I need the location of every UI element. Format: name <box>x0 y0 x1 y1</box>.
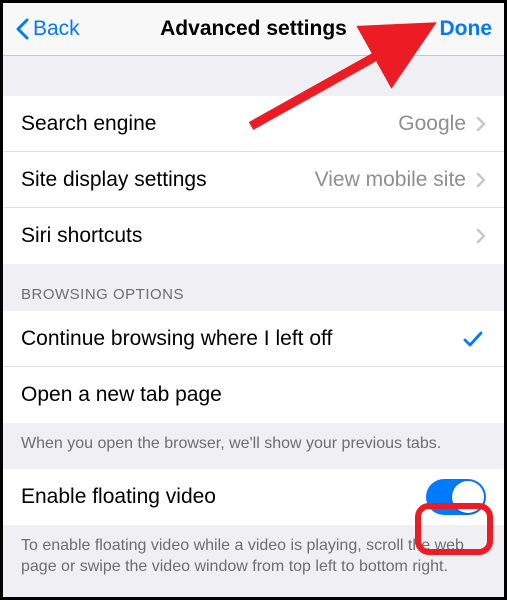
row-label: Enable floating video <box>21 485 426 509</box>
chevron-right-icon <box>476 116 486 132</box>
section-header-browsing: BROWSING OPTIONS <box>3 264 504 311</box>
checkmark-icon <box>462 328 484 350</box>
settings-group-browsing: Continue browsing where I left off Open … <box>3 311 504 423</box>
row-siri-shortcuts[interactable]: Siri shortcuts <box>3 208 504 264</box>
section-footer-floating: To enable floating video while a video i… <box>3 525 504 592</box>
done-button[interactable]: Done <box>440 17 493 41</box>
row-label: Siri shortcuts <box>21 224 476 248</box>
row-site-display[interactable]: Site display settings View mobile site <box>3 152 504 208</box>
row-label: Site display settings <box>21 168 315 192</box>
chevron-right-icon <box>476 172 486 188</box>
chevron-left-icon <box>15 18 29 40</box>
settings-group-floating: Enable floating video <box>3 469 504 525</box>
row-enable-floating-video: Enable floating video <box>3 469 504 525</box>
row-value: View mobile site <box>315 168 466 192</box>
settings-group-general: Search engine Google Site display settin… <box>3 96 504 264</box>
row-search-engine[interactable]: Search engine Google <box>3 96 504 152</box>
screen: Back Advanced settings Done Search engin… <box>0 0 507 600</box>
floating-video-toggle[interactable] <box>426 479 486 515</box>
spacer <box>3 56 504 96</box>
navbar: Back Advanced settings Done <box>3 3 504 56</box>
row-label: Continue browsing where I left off <box>21 327 462 351</box>
row-label: Open a new tab page <box>21 383 486 407</box>
row-value: Google <box>398 112 466 136</box>
switch-knob <box>452 481 484 513</box>
back-label: Back <box>33 17 80 41</box>
row-new-tab-page[interactable]: Open a new tab page <box>3 367 504 423</box>
section-footer-browsing: When you open the browser, we'll show yo… <box>3 423 504 469</box>
row-continue-browsing[interactable]: Continue browsing where I left off <box>3 311 504 367</box>
back-button[interactable]: Back <box>15 17 80 41</box>
row-label: Search engine <box>21 112 398 136</box>
chevron-right-icon <box>476 228 486 244</box>
